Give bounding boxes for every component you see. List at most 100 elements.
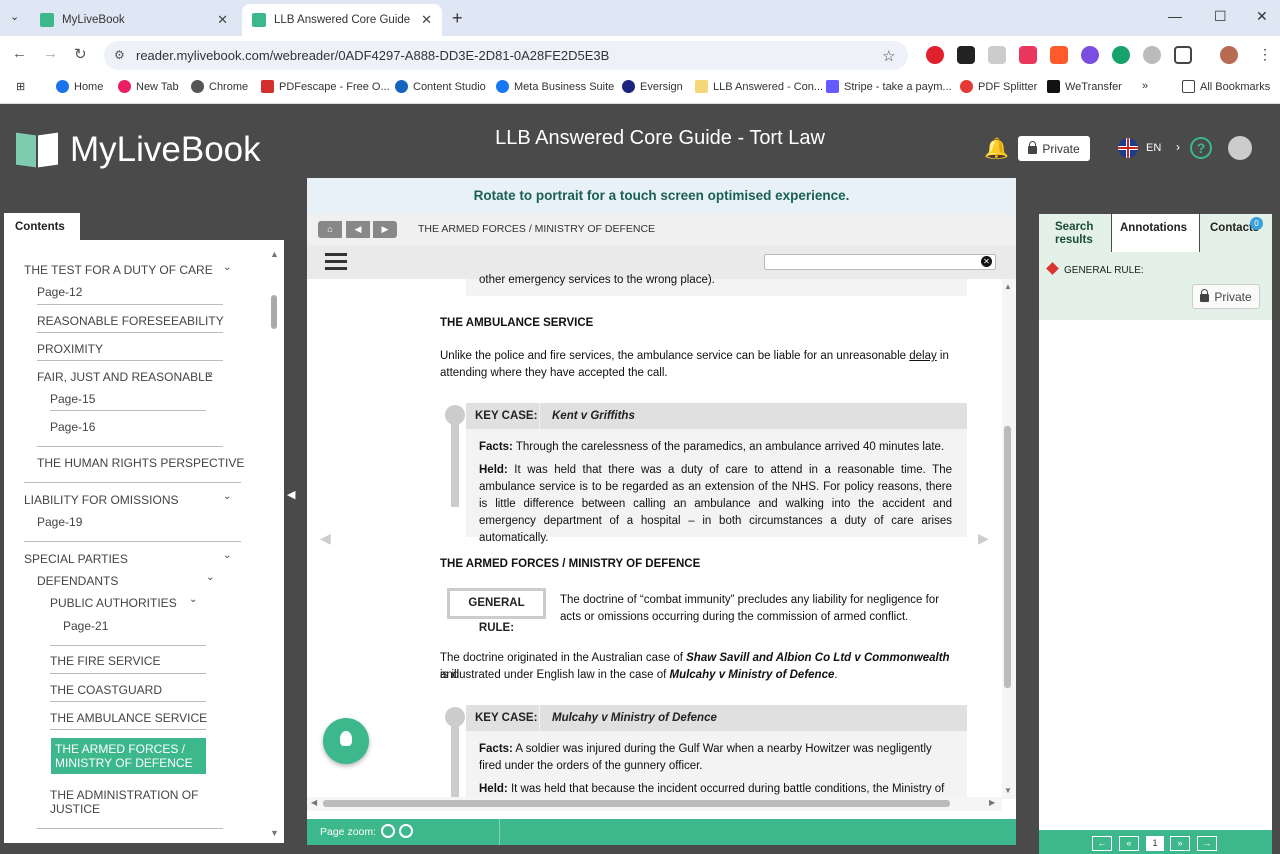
- bookmark-star-icon[interactable]: ☆: [882, 47, 895, 65]
- chevron-down-icon[interactable]: ⌄: [206, 572, 214, 583]
- tab-annotations[interactable]: Annotations: [1112, 214, 1199, 252]
- chevron-down-icon[interactable]: ⌄: [223, 262, 231, 273]
- toc-item[interactable]: THE TEST FOR A DUTY OF CARE: [24, 263, 213, 277]
- scroll-right-icon[interactable]: ▶: [989, 798, 995, 807]
- prev-page-button[interactable]: «: [1119, 836, 1139, 851]
- contents-scrollbar[interactable]: [271, 295, 277, 329]
- toc-item[interactable]: PUBLIC AUTHORITIES: [50, 596, 177, 610]
- url-bar[interactable]: ⚙ reader.mylivebook.com/webreader/0ADF429…: [104, 41, 908, 70]
- scroll-down-icon[interactable]: ▼: [270, 828, 279, 838]
- toc-item[interactable]: REASONABLE FORESEEABILITY: [37, 314, 224, 328]
- toc-item[interactable]: SPECIAL PARTIES: [24, 552, 128, 566]
- uk-flag-icon[interactable]: [1118, 138, 1138, 158]
- new-tab-button[interactable]: +: [452, 8, 463, 29]
- tab-contents[interactable]: Contents: [4, 213, 80, 240]
- vertical-scroll-thumb[interactable]: [1004, 426, 1011, 688]
- first-page-button[interactable]: ←: [1092, 836, 1112, 851]
- last-page-button[interactable]: →: [1197, 836, 1217, 851]
- forward-button[interactable]: →: [43, 45, 58, 62]
- bookmark-new-tab[interactable]: New Tab: [118, 80, 179, 93]
- minimize-button[interactable]: —: [1168, 8, 1182, 24]
- bookmark-pdf-splitter[interactable]: PDF Splitter: [960, 80, 1037, 93]
- bell-icon[interactable]: 🔔: [984, 136, 1009, 161]
- toc-item-selected[interactable]: THE ARMED FORCES / MINISTRY OF DEFENCE: [51, 738, 206, 774]
- extensions-icon[interactable]: [1174, 46, 1192, 64]
- page-number[interactable]: 1: [1146, 836, 1164, 851]
- horizontal-scroll-thumb[interactable]: [323, 800, 950, 807]
- toc-item[interactable]: Page-12: [37, 285, 82, 299]
- toc-item[interactable]: DEFENDANTS: [37, 574, 118, 588]
- toc-item[interactable]: PROXIMITY: [37, 342, 103, 356]
- circle-extension-icon[interactable]: [1143, 46, 1161, 64]
- bookmarks-overflow[interactable]: »: [1142, 80, 1148, 92]
- bookmark-llb-answered[interactable]: LLB Answered - Con...: [695, 80, 823, 93]
- toc-item[interactable]: LIABILITY FOR OMISSIONS: [24, 493, 178, 507]
- puzzle-extension-icon[interactable]: [1081, 46, 1099, 64]
- search-input[interactable]: [764, 254, 996, 270]
- bookmark-pdfescape[interactable]: PDFescape - Free O...: [261, 80, 390, 93]
- apps-grid-icon[interactable]: ⊞: [16, 80, 25, 93]
- private-button[interactable]: Private: [1018, 136, 1090, 161]
- window-close-button[interactable]: ✕: [1256, 8, 1268, 25]
- bookmark-meta-business[interactable]: Meta Business Suite: [496, 80, 614, 93]
- scroll-up-icon[interactable]: ▲: [1004, 282, 1012, 291]
- profile-avatar[interactable]: [1220, 46, 1238, 64]
- tab-mylivebook[interactable]: MyLiveBook ✕: [30, 4, 238, 36]
- chevron-right-icon[interactable]: ›: [1176, 140, 1180, 154]
- close-icon[interactable]: ✕: [421, 12, 432, 28]
- toc-item[interactable]: THE COASTGUARD: [50, 683, 162, 697]
- chevron-down-icon[interactable]: ⌄: [223, 491, 231, 502]
- next-page-button[interactable]: »: [1170, 836, 1190, 851]
- code-extension-icon[interactable]: [988, 46, 1006, 64]
- zoom-out-icon[interactable]: [381, 824, 395, 838]
- toc-item[interactable]: Page-16: [50, 420, 95, 434]
- screenshot-extension-icon[interactable]: [1019, 46, 1037, 64]
- toc-item[interactable]: THE ADMINISTRATION OF JUSTICE: [50, 788, 200, 816]
- scroll-up-icon[interactable]: ▲: [270, 249, 279, 259]
- glossary-link[interactable]: delay: [909, 350, 937, 362]
- scroll-down-icon[interactable]: ▼: [1004, 786, 1012, 795]
- opera-extension-icon[interactable]: [926, 46, 944, 64]
- hand-extension-icon[interactable]: [1050, 46, 1068, 64]
- all-bookmarks[interactable]: All Bookmarks: [1182, 80, 1270, 93]
- bookmark-content-studio[interactable]: Content Studio: [395, 80, 486, 93]
- toc-item[interactable]: Page-19: [37, 515, 82, 529]
- mylivebook-logo[interactable]: MyLiveBook: [16, 130, 261, 170]
- chevron-down-icon[interactable]: ⌄: [206, 368, 214, 379]
- next-page-icon[interactable]: ▶: [373, 221, 397, 238]
- scroll-left-icon[interactable]: ◀: [311, 798, 317, 807]
- prev-page-icon[interactable]: ◀: [346, 221, 370, 238]
- toc-item[interactable]: FAIR, JUST AND REASONABLE: [37, 370, 213, 384]
- annotation-private-button[interactable]: Private: [1192, 284, 1260, 309]
- browser-menu-icon[interactable]: ⋮: [1258, 46, 1272, 63]
- user-avatar[interactable]: [1228, 136, 1252, 160]
- bookmark-chrome[interactable]: Chrome: [191, 80, 248, 93]
- page-right-arrow-icon[interactable]: ▶: [978, 530, 989, 547]
- menu-icon[interactable]: [325, 253, 347, 271]
- bookmark-stripe[interactable]: Stripe - take a paym...: [826, 80, 952, 93]
- bookmark-eversign[interactable]: Eversign: [622, 80, 683, 93]
- tab-llb-answered[interactable]: LLB Answered Core Guide - Tort ✕: [242, 4, 442, 36]
- language-selector[interactable]: EN: [1146, 142, 1161, 154]
- script-extension-icon[interactable]: [957, 46, 975, 64]
- toc-item[interactable]: Page-21: [63, 619, 108, 633]
- toc-item[interactable]: THE HUMAN RIGHTS PERSPECTIVE: [37, 456, 244, 470]
- help-icon[interactable]: ?: [1190, 137, 1212, 159]
- site-info-icon[interactable]: ⚙: [114, 48, 125, 62]
- grammarly-icon[interactable]: [1112, 46, 1130, 64]
- home-icon[interactable]: ⌂: [318, 221, 342, 238]
- clear-search-icon[interactable]: ✕: [981, 256, 992, 267]
- chevron-down-icon[interactable]: ⌄: [223, 550, 231, 561]
- lightbulb-button[interactable]: [323, 718, 369, 764]
- bookmark-home[interactable]: Home: [56, 80, 103, 93]
- chevron-down-icon[interactable]: ⌄: [189, 594, 197, 605]
- toc-item[interactable]: THE AMBULANCE SERVICE: [50, 711, 207, 725]
- toc-item[interactable]: THE FIRE SERVICE: [50, 654, 160, 668]
- back-button[interactable]: ←: [12, 45, 27, 62]
- bookmark-wetransfer[interactable]: WeTransfer: [1047, 80, 1122, 93]
- tab-list-icon[interactable]: ⌄: [10, 10, 19, 23]
- page-left-arrow-icon[interactable]: ◀: [320, 530, 331, 547]
- toc-item[interactable]: Page-15: [50, 392, 95, 406]
- tab-search-results[interactable]: Search results: [1039, 214, 1111, 252]
- collapse-panel-icon[interactable]: ◀: [287, 488, 295, 501]
